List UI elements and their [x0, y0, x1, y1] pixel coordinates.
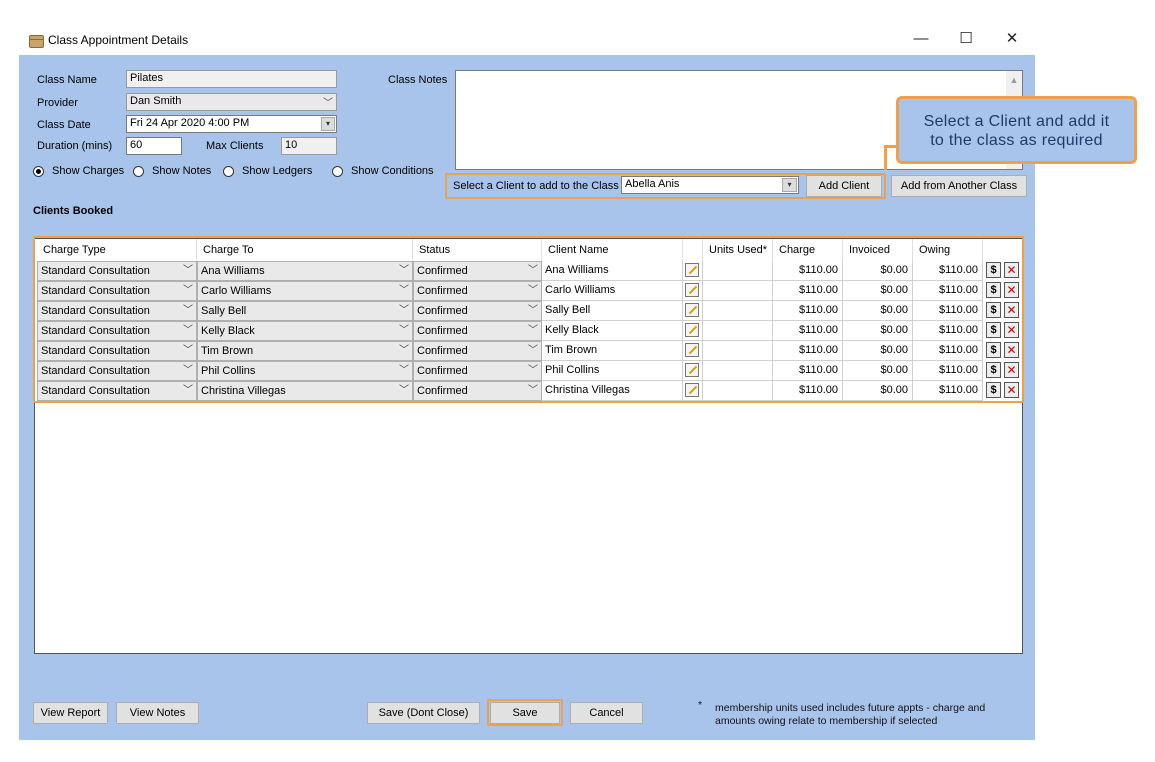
save-dont-close-button[interactable]: Save (Dont Close) [367, 702, 480, 724]
chevron-down-icon: ﹀ [323, 98, 333, 109]
radio-show-charges[interactable] [33, 166, 44, 177]
clients-booked-heading: Clients Booked [33, 205, 114, 217]
radio-show-ledgers[interactable] [223, 166, 234, 177]
duration-field[interactable]: 60 [126, 137, 182, 155]
add-from-another-class-button[interactable]: Add from Another Class [891, 175, 1027, 197]
scroll-up-icon[interactable]: ▲ [1006, 75, 1022, 85]
calendar-dropdown-icon[interactable]: ▾ [321, 117, 335, 131]
radio-show-notes[interactable] [133, 166, 144, 177]
tooltip-callout: Select a Client and add it to the class … [896, 96, 1137, 164]
radio-show-charges-label: Show Charges [52, 165, 125, 177]
provider-value: Dan Smith [130, 95, 182, 107]
footnote-bullet: * [698, 699, 703, 711]
radio-show-conditions-label: Show Conditions [351, 165, 434, 177]
cancel-button[interactable]: Cancel [570, 702, 643, 724]
select-client-value: Abella Anis [625, 178, 680, 190]
close-icon[interactable]: ✕ [1001, 29, 1023, 49]
class-name-field[interactable]: Pilates [126, 70, 337, 88]
callout-line-2: to the class as required [930, 132, 1103, 149]
select-client-dropdown[interactable]: Abella Anis ▾ [621, 176, 799, 194]
class-date-label: Class Date [37, 119, 91, 131]
app-icon [29, 35, 44, 48]
save-button[interactable]: Save [490, 702, 560, 724]
provider-select[interactable]: Dan Smith ﹀ [126, 93, 337, 111]
max-clients-label: Max Clients [206, 140, 264, 152]
window-title: Class Appointment Details [48, 33, 189, 47]
footnote-line-1: membership units used includes future ap… [715, 702, 986, 714]
duration-label: Duration (mins) [37, 140, 113, 152]
minimize-icon[interactable]: — [910, 29, 932, 49]
radio-show-conditions[interactable] [332, 166, 343, 177]
max-clients-field[interactable]: 10 [281, 137, 337, 155]
chevron-down-icon[interactable]: ▾ [782, 178, 797, 192]
add-client-button[interactable]: Add Client [806, 175, 882, 197]
footnote-line-2: amounts owing relate to membership if se… [715, 715, 938, 727]
class-date-picker[interactable]: Fri 24 Apr 2020 4:00 PM ▾ [126, 115, 337, 133]
view-report-button[interactable]: View Report [33, 702, 108, 724]
radio-show-notes-label: Show Notes [152, 165, 212, 177]
callout-line-1: Select a Client and add it [923, 113, 1110, 130]
maximize-icon[interactable]: ☐ [955, 29, 977, 49]
radio-show-ledgers-label: Show Ledgers [242, 165, 313, 177]
grid-rows-highlight [33, 236, 1024, 403]
select-client-label: Select a Client to add to the Class [453, 180, 619, 192]
view-notes-button[interactable]: View Notes [116, 702, 199, 724]
class-notes-label: Class Notes [388, 74, 448, 86]
provider-label: Provider [37, 97, 78, 109]
class-date-value: Fri 24 Apr 2020 4:00 PM [130, 117, 250, 129]
callout-pointer [884, 145, 896, 170]
class-name-label: Class Name [37, 74, 97, 86]
